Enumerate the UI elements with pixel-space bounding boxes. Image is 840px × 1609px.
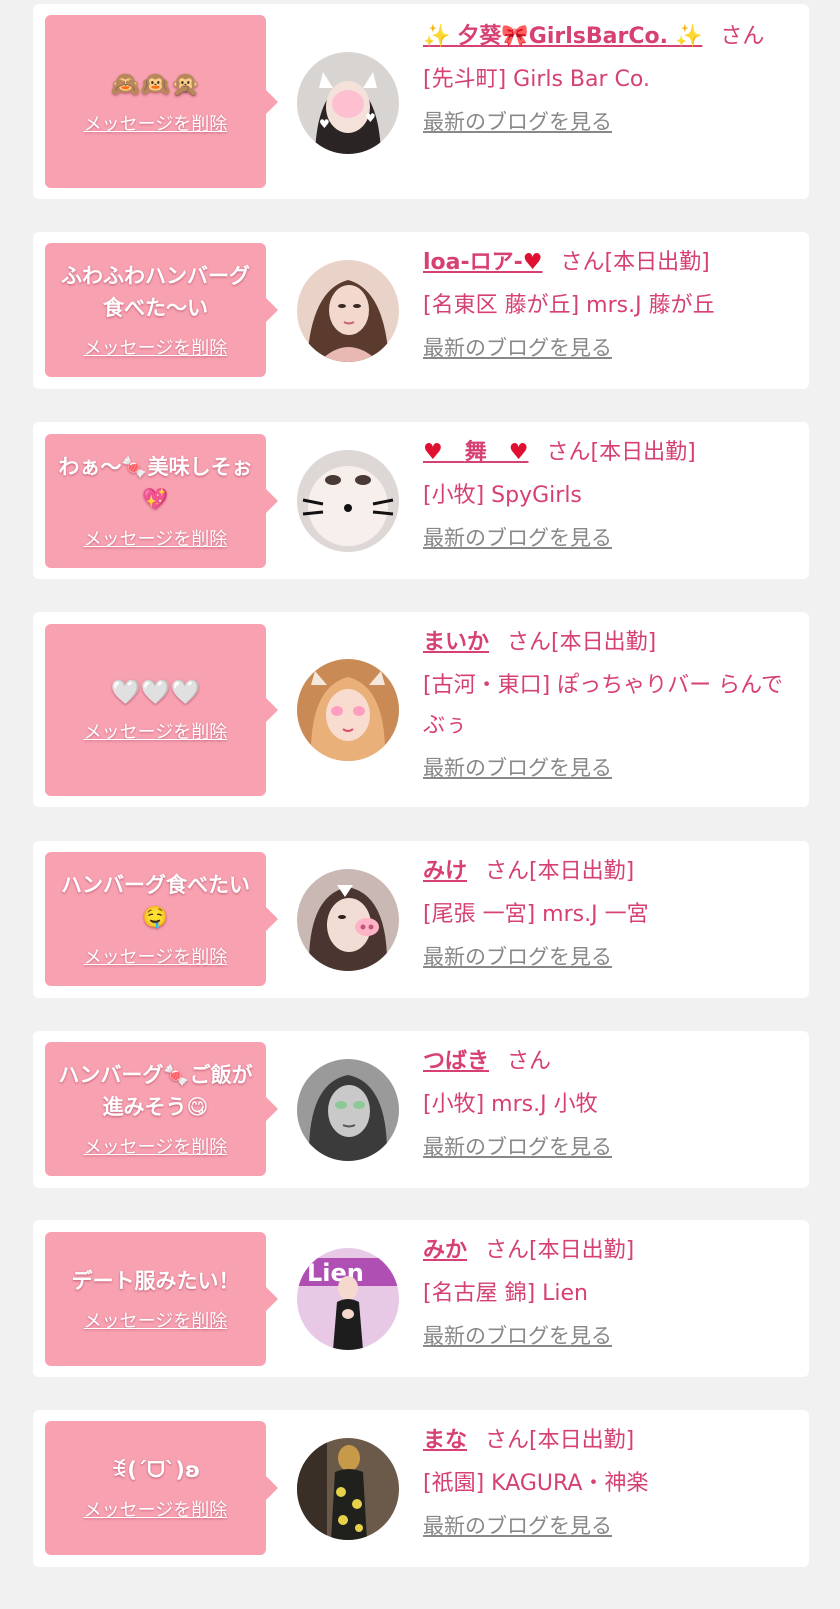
honorific-status: さん — [720, 24, 765, 49]
message-bubble: 🤍🤍🤍 メッセージを削除 — [45, 624, 278, 796]
shop-location: [小牧] mrs.J 小牧 — [423, 1092, 598, 1117]
latest-blog-link[interactable]: 最新のブログを見る — [423, 332, 612, 362]
card-info: つばき さん [小牧] mrs.J 小牧 最新のブログを見る — [423, 1041, 791, 1161]
heart-icon: ♥ — [423, 440, 465, 465]
cat-filter-selfie-photo — [297, 659, 399, 761]
delete-message-link[interactable]: メッセージを削除 — [84, 1133, 228, 1159]
girl-with-cat-ears-photo: ♥ ♥ — [297, 52, 399, 154]
latest-blog-link[interactable]: 最新のブログを見る — [423, 106, 612, 136]
latest-blog-link[interactable]: 最新のブログを見る — [423, 1510, 612, 1540]
svg-text:♥: ♥ — [365, 111, 376, 125]
message-card: 🙈🙉🙊 メッセージを削除 ♥ ♥ ✨ 夕葵🎀GirlsBarCo. ✨ さん [先… — [33, 4, 809, 199]
girl-name-link[interactable]: ♥ 舞 ♥ — [423, 440, 528, 465]
latest-blog-link[interactable]: 最新のブログを見る — [423, 1320, 612, 1350]
honorific-status: さん[本日出勤] — [485, 1428, 635, 1453]
message-text: 🙈🙉🙊 — [110, 69, 201, 98]
girl-name-link[interactable]: まな — [423, 1428, 467, 1453]
message-list: 🙈🙉🙊 メッセージを削除 ♥ ♥ ✨ 夕葵🎀GirlsBarCo. ✨ さん [先… — [0, 0, 840, 1609]
delete-message-link[interactable]: メッセージを削除 — [84, 943, 228, 969]
avatar[interactable] — [297, 1438, 399, 1540]
card-info: まな さん[本日出勤] [祇園] KAGURA・神楽 最新のブログを見る — [423, 1420, 791, 1540]
honorific-status: さん — [507, 1049, 552, 1074]
message-card: わぁ〜🍬美味しそぉ💖 メッセージを削除 ♥ 舞 ♥ さん[本日出勤] [小牧] S… — [33, 422, 809, 579]
shop-location: [名古屋 錦] Lien — [423, 1281, 589, 1306]
message-text: ふわふわハンバーグ食べた〜い — [61, 264, 250, 320]
message-bubble: 🙈🙉🙊 メッセージを削除 — [45, 15, 278, 188]
kitty-face-filter-photo — [297, 450, 399, 552]
message-card: ꉂ(ˊᗜˋ)ʚ メッセージを削除 まな さん[本日出勤] [祇園] KAGURA・… — [33, 1410, 809, 1567]
avatar[interactable] — [297, 260, 399, 362]
avatar[interactable] — [297, 450, 399, 552]
girl-name-link[interactable]: みけ — [423, 859, 467, 884]
delete-message-link[interactable]: メッセージを削除 — [84, 1307, 228, 1333]
girl-name-link[interactable]: みか — [423, 1238, 467, 1263]
latest-blog-link[interactable]: 最新のブログを見る — [423, 522, 612, 552]
sparkle-icon: ✨ — [667, 24, 703, 49]
avatar[interactable] — [297, 869, 399, 971]
delete-message-link[interactable]: メッセージを削除 — [84, 1496, 228, 1522]
latest-blog-link[interactable]: 最新のブログを見る — [423, 941, 612, 971]
message-bubble: ハンバーグ🍬ご飯が進みそう😋 メッセージを削除 — [45, 1042, 278, 1176]
honorific-status: さん[本日出勤] — [485, 1238, 635, 1263]
card-info: みか さん[本日出勤] [名古屋 錦] Lien 最新のブログを見る — [423, 1230, 791, 1350]
message-card: ふわふわハンバーグ食べた〜い メッセージを削除 loa-ロア-♥ さん[本日出勤]… — [33, 232, 809, 389]
message-card: 🤍🤍🤍 メッセージを削除 まいか さん[本日出勤] [古河・東口] ぽっちゃりバー… — [33, 612, 809, 807]
shop-location: [先斗町] Girls Bar Co. — [423, 67, 650, 92]
message-card: ハンバーグ食べたい🤤 メッセージを削除 みけ さん[本日出勤] [尾張 一宮] m… — [33, 841, 809, 998]
shop-location: [小牧] SpyGirls — [423, 483, 582, 508]
delete-message-link[interactable]: メッセージを削除 — [84, 525, 228, 551]
message-bubble: ハンバーグ食べたい🤤 メッセージを削除 — [45, 852, 278, 986]
message-text: ハンバーグ🍬ご飯が進みそう😋 — [58, 1063, 253, 1119]
shop-location: [尾張 一宮] mrs.J 一宮 — [423, 902, 649, 927]
card-info: ✨ 夕葵🎀GirlsBarCo. ✨ さん [先斗町] Girls Bar Co.… — [423, 16, 791, 136]
avatar[interactable] — [297, 659, 399, 761]
card-info: loa-ロア-♥ さん[本日出勤] [名東区 藤が丘] mrs.J 藤が丘 最新の… — [423, 242, 791, 362]
lien-promo-photo: Lien — [297, 1248, 399, 1350]
latest-blog-link[interactable]: 最新のブログを見る — [423, 752, 612, 782]
message-text: わぁ〜🍬美味しそぉ💖 — [58, 455, 253, 511]
card-info: まいか さん[本日出勤] [古河・東口] ぽっちゃりバー らんでぶぅ 最新のブログ… — [423, 622, 791, 782]
svg-text:♥: ♥ — [319, 117, 330, 131]
message-text: ꉂ(ˊᗜˋ)ʚ — [110, 1458, 201, 1482]
message-bubble: デート服みたい！ メッセージを削除 — [45, 1232, 278, 1366]
delete-message-link[interactable]: メッセージを削除 — [84, 110, 228, 136]
avatar[interactable] — [297, 1059, 399, 1161]
girl-name-link[interactable]: まいか — [423, 630, 489, 655]
message-card: ハンバーグ🍬ご飯が進みそう😋 メッセージを削除 つばき さん [小牧] mrs.J… — [33, 1031, 809, 1188]
message-bubble: ꉂ(ˊᗜˋ)ʚ メッセージを削除 — [45, 1421, 278, 1555]
message-bubble: ふわふわハンバーグ食べた〜い メッセージを削除 — [45, 243, 278, 377]
message-text: 🤍🤍🤍 — [110, 678, 201, 706]
heart-icon: ♥ — [522, 250, 543, 275]
message-bubble: わぁ〜🍬美味しそぉ💖 メッセージを削除 — [45, 434, 278, 568]
honorific-status: さん[本日出勤] — [560, 250, 710, 275]
card-info: ♥ 舞 ♥ さん[本日出勤] [小牧] SpyGirls 最新のブログを見る — [423, 432, 791, 552]
honorific-status: さん[本日出勤] — [485, 859, 635, 884]
message-card: デート服みたい！ メッセージを削除 Lien みか さん[本日出勤] [名古屋 錦… — [33, 1220, 809, 1377]
pig-nose-filter-photo — [297, 869, 399, 971]
sparkle-icon: ✨ — [423, 24, 458, 49]
woman-portrait-photo — [297, 260, 399, 362]
girl-name-link[interactable]: ✨ 夕葵🎀GirlsBarCo. ✨ — [423, 24, 702, 49]
girl-name-link[interactable]: つばき — [423, 1049, 489, 1074]
shop-location: [古河・東口] ぽっちゃりバー らんでぶぅ — [423, 673, 784, 738]
message-text: ハンバーグ食べたい🤤 — [61, 873, 250, 929]
heart-icon: ♥ — [486, 440, 529, 465]
latest-blog-link[interactable]: 最新のブログを見る — [423, 1131, 612, 1161]
shop-location: [祇園] KAGURA・神楽 — [423, 1471, 649, 1496]
avatar[interactable]: Lien — [297, 1248, 399, 1350]
girl-name-link[interactable]: loa-ロア-♥ — [423, 250, 543, 275]
shop-location: [名東区 藤が丘] mrs.J 藤が丘 — [423, 293, 715, 318]
message-text: デート服みたい！ — [71, 1269, 240, 1293]
honorific-status: さん[本日出勤] — [507, 630, 657, 655]
card-info: みけ さん[本日出勤] [尾張 一宮] mrs.J 一宮 最新のブログを見る — [423, 851, 791, 971]
kimono-photo — [297, 1438, 399, 1540]
monochrome-portrait-photo — [297, 1059, 399, 1161]
delete-message-link[interactable]: メッセージを削除 — [84, 718, 228, 744]
honorific-status: さん[本日出勤] — [546, 440, 696, 465]
delete-message-link[interactable]: メッセージを削除 — [84, 334, 228, 360]
avatar[interactable]: ♥ ♥ — [297, 52, 399, 154]
